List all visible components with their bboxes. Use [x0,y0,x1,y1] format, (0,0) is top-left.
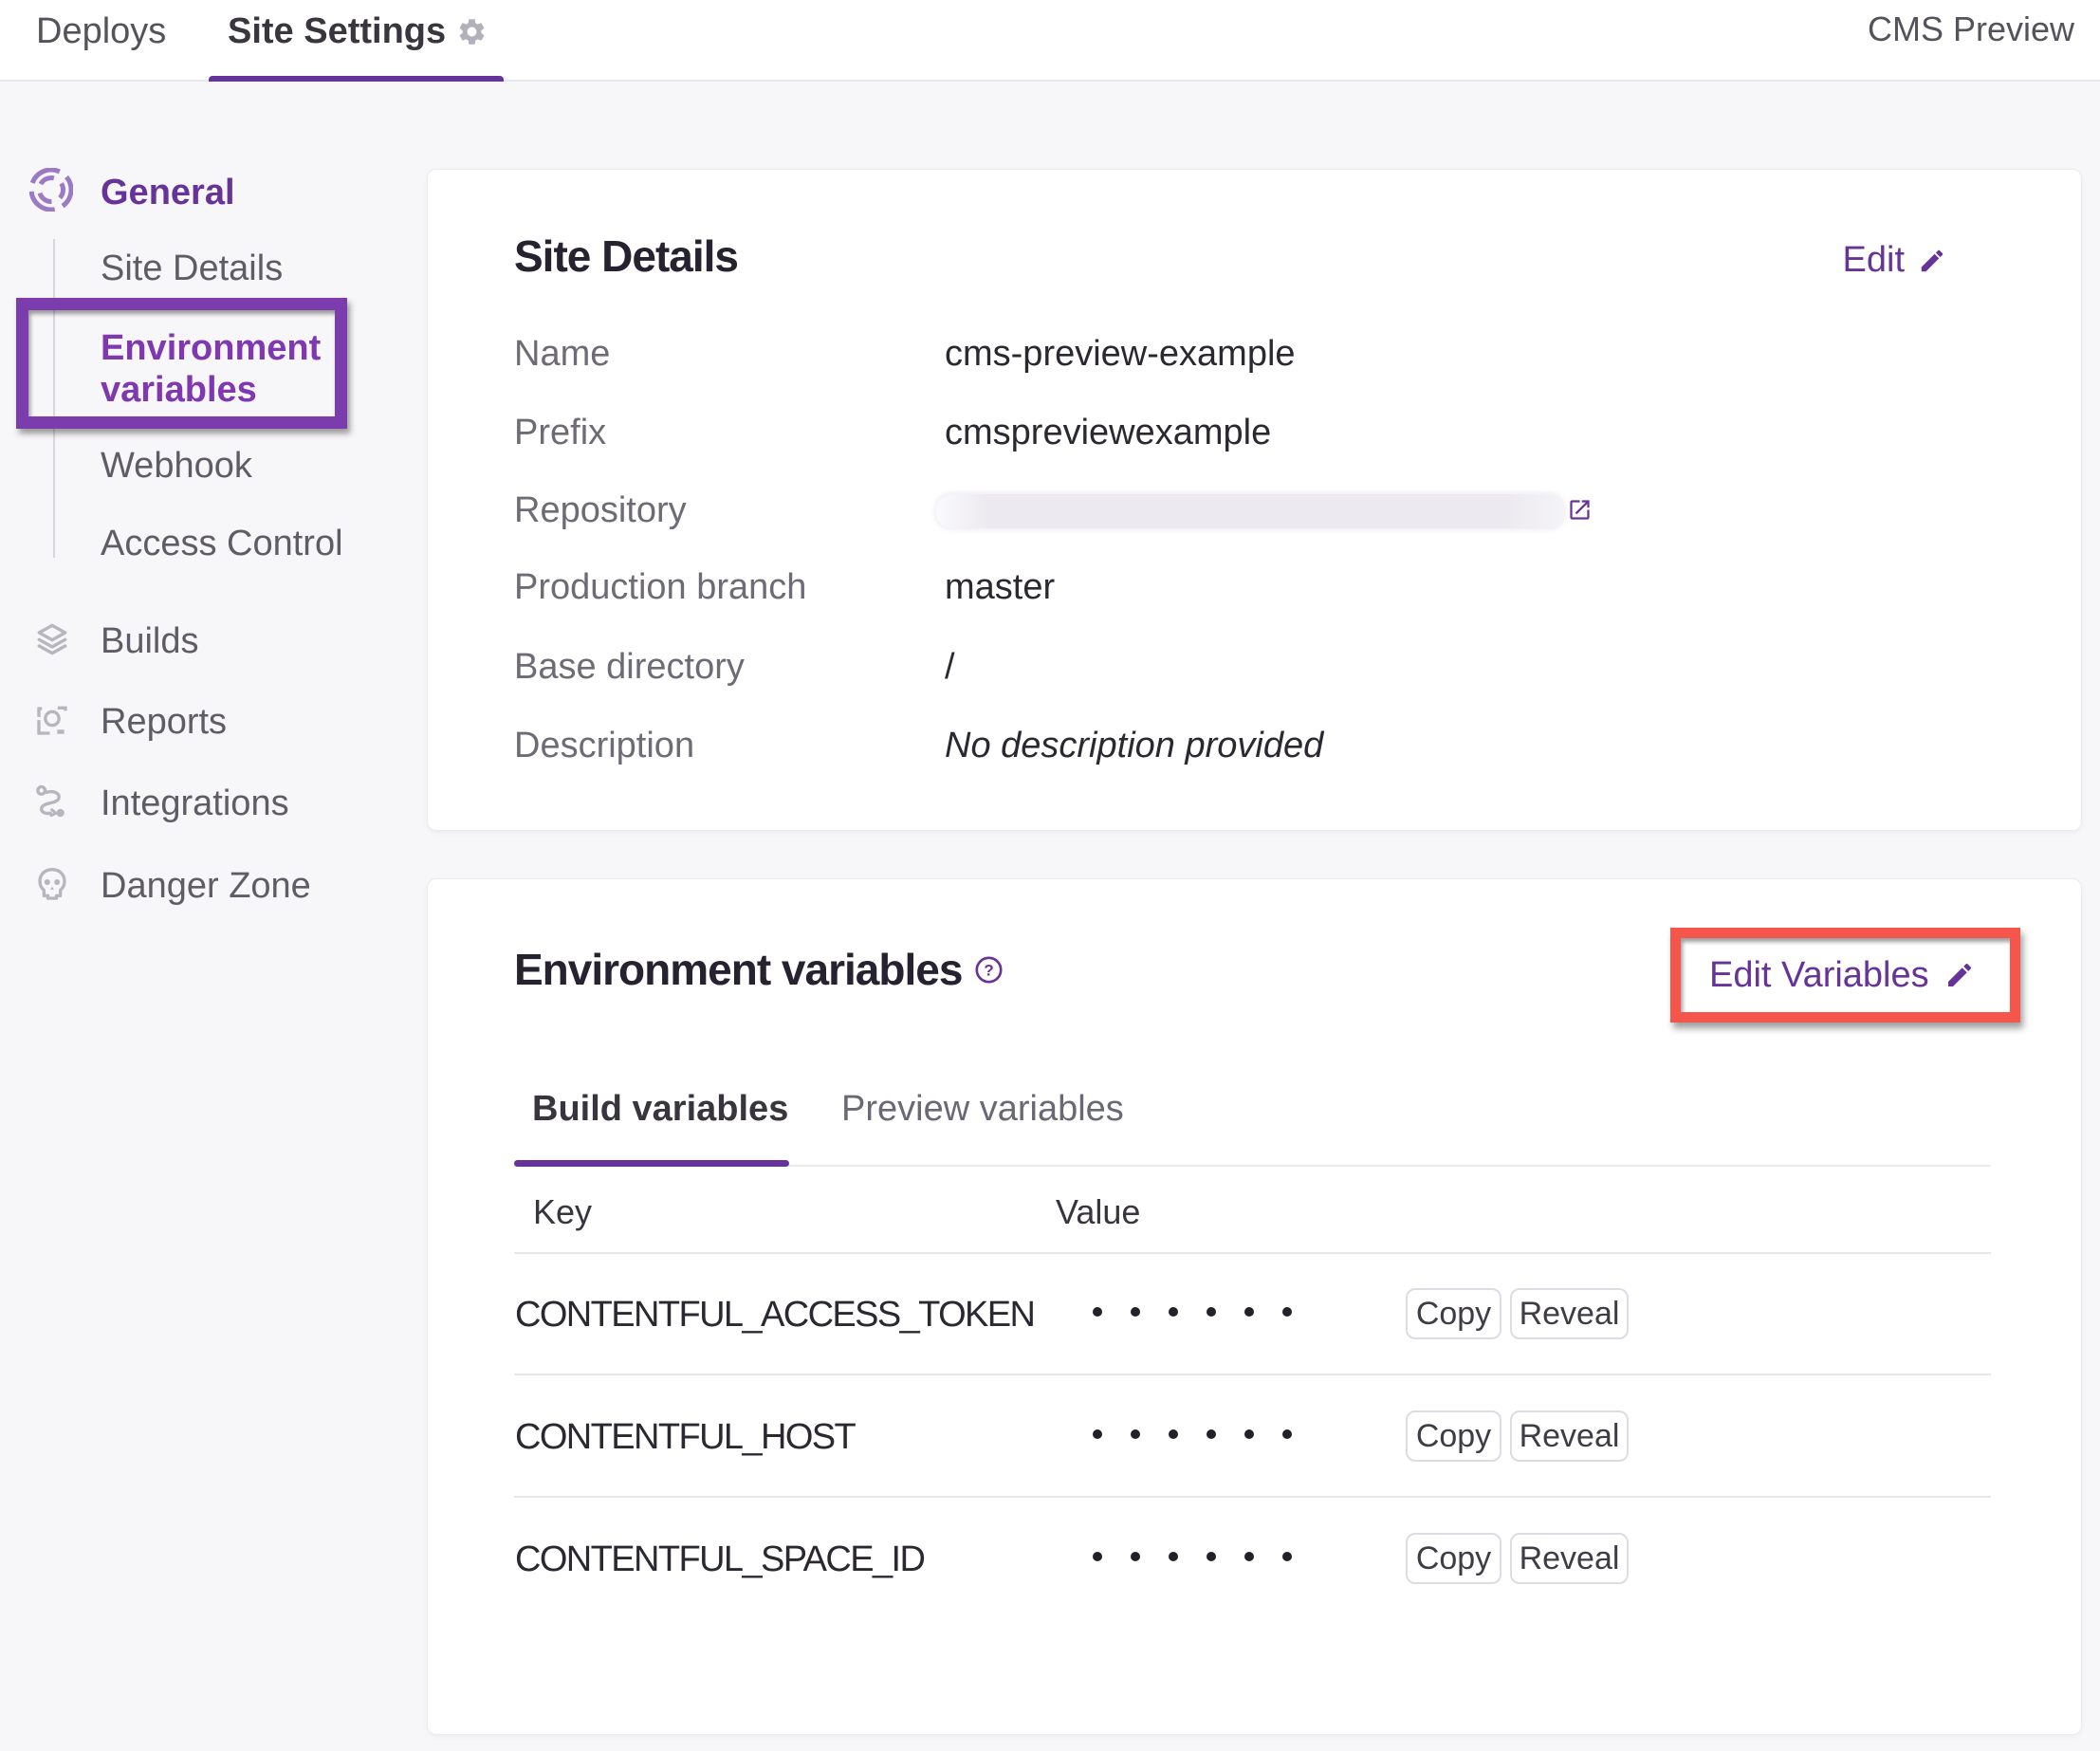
svg-text:?: ? [984,961,993,979]
